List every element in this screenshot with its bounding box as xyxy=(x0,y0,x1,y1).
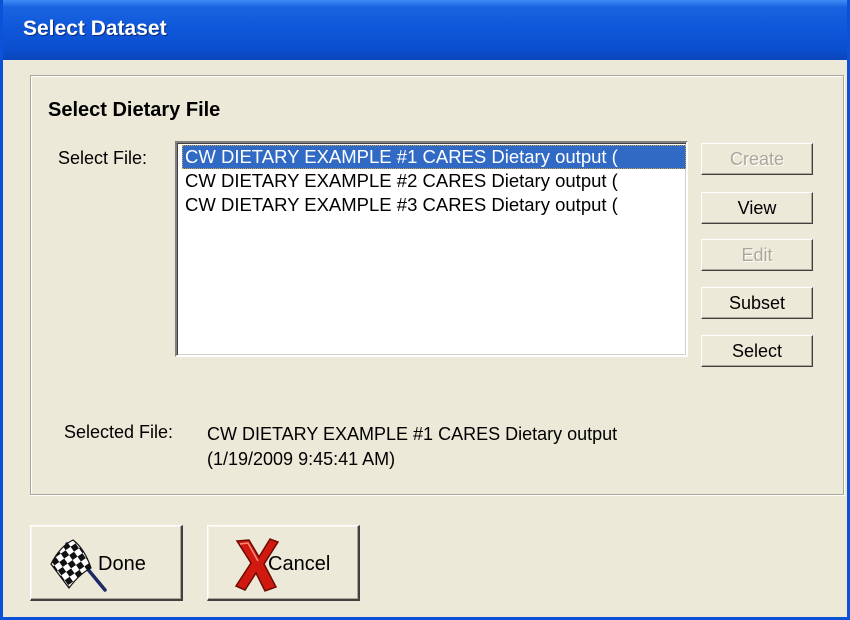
done-button[interactable]: Done xyxy=(30,525,183,601)
list-item-file-3[interactable]: CW DIETARY EXAMPLE #3 CARES Dietary outp… xyxy=(182,193,686,217)
title-bar[interactable]: Select Dataset xyxy=(3,0,847,60)
group-title: Select Dietary File xyxy=(48,99,221,121)
edit-button[interactable]: Edit xyxy=(701,239,813,271)
cancel-button[interactable]: Cancel xyxy=(207,525,360,601)
list-item-file-2[interactable]: CW DIETARY EXAMPLE #2 CARES Dietary outp… xyxy=(182,169,686,193)
done-label: Done xyxy=(98,553,146,575)
selected-file-label: Selected File: xyxy=(64,422,174,442)
subset-button[interactable]: Subset xyxy=(701,287,813,319)
file-listbox[interactable]: CW DIETARY EXAMPLE #1 CARES Dietary outp… xyxy=(175,141,688,357)
select-file-label: Select File: xyxy=(58,148,148,168)
view-button[interactable]: View xyxy=(701,192,813,224)
window-title: Select Dataset xyxy=(23,17,167,40)
select-button[interactable]: Select xyxy=(701,335,813,367)
list-item-file-1[interactable]: CW DIETARY EXAMPLE #1 CARES Dietary outp… xyxy=(182,145,686,169)
select-dataset-dialog: Select Dataset Select Dietary File Selec… xyxy=(0,0,850,620)
create-button[interactable]: Create xyxy=(701,143,813,175)
cancel-label: Cancel xyxy=(268,553,331,575)
selected-file-value: CW DIETARY EXAMPLE #1 CARES Dietary outp… xyxy=(207,424,618,469)
